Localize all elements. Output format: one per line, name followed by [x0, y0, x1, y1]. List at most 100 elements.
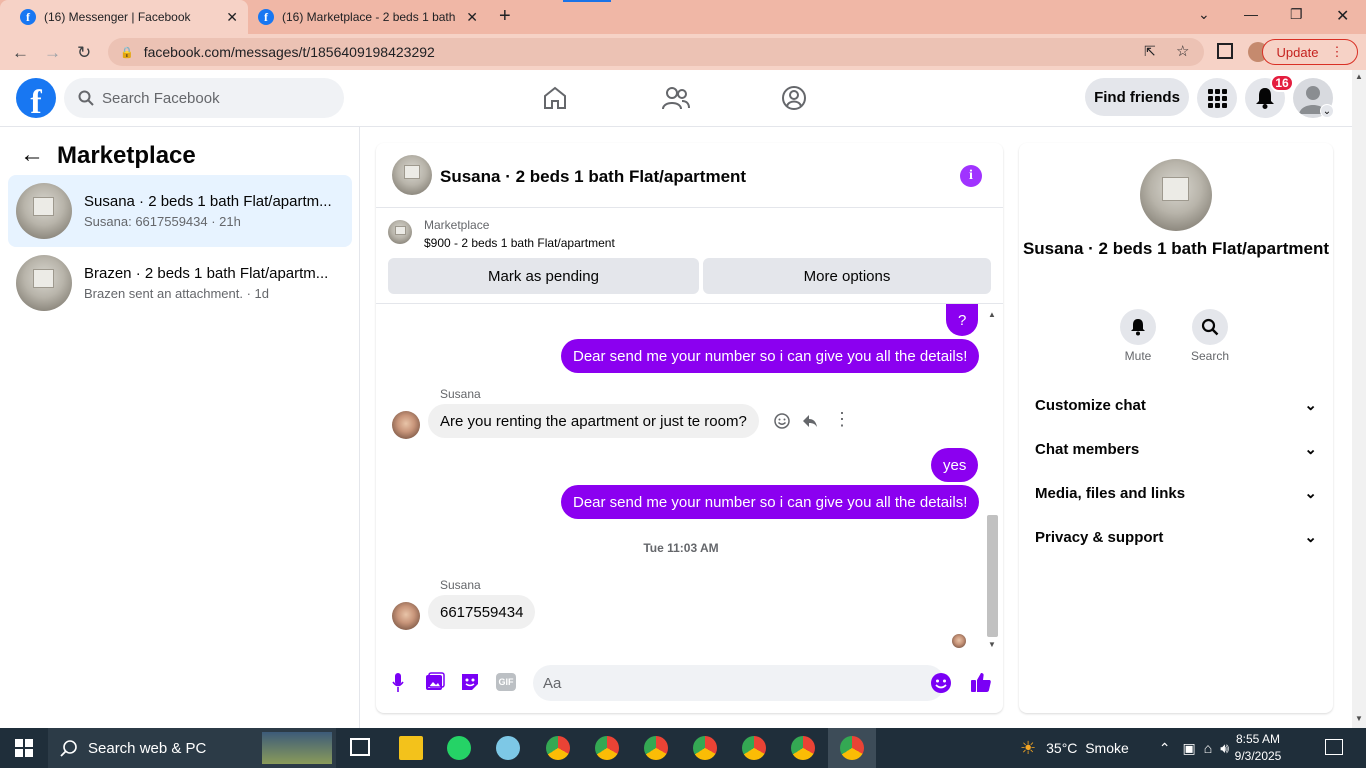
url-text: facebook.com/messages/t/1856409198423292 [143, 44, 435, 60]
chevron-down-icon: ⌄ [1304, 529, 1317, 546]
tray-chevron-icon[interactable]: ⌃ [1159, 740, 1171, 757]
scroll-up-icon[interactable]: ▲ [988, 310, 996, 319]
page-scrollbar[interactable]: ▲ ▼ [1352, 70, 1366, 728]
tab-marketplace[interactable]: f (16) Marketplace - 2 beds 1 bath ✕ [248, 0, 488, 34]
mute-label: Mute [1124, 349, 1152, 363]
scroll-down-icon[interactable]: ▼ [1355, 714, 1363, 723]
system-tray: ☀ 35°C Smoke ⌃ ▣ ⌂ 🔊︎ [1020, 728, 1229, 768]
incoming-message[interactable]: Are you renting the apartment or just te… [428, 404, 759, 438]
file-explorer-icon[interactable] [399, 736, 423, 760]
clock[interactable]: 8:55 AM 9/3/2025 [1230, 732, 1286, 763]
account-chevron-icon[interactable]: ⌄ [1320, 104, 1334, 118]
update-button[interactable]: Update ⋮ [1262, 39, 1358, 65]
gif-icon[interactable]: GIF [496, 673, 516, 691]
conversation-item-susana[interactable]: Susana · 2 beds 1 bath Flat/apartm... Su… [8, 175, 352, 247]
conversation-name: Brazen · 2 beds 1 bath Flat/apartm... [84, 265, 329, 282]
chrome-icon[interactable] [742, 736, 766, 760]
message-composer: GIF Aa [376, 663, 1003, 713]
incoming-message[interactable]: 6617559434 [428, 595, 536, 629]
message-input[interactable]: Aa [533, 665, 945, 701]
message-timestamp: Tue 11:03 AM [643, 541, 719, 555]
message-placeholder: Aa [543, 674, 562, 692]
tab-title: (16) Messenger | Facebook [44, 10, 191, 24]
tab-messenger[interactable]: f (16) Messenger | Facebook ✕ [0, 0, 248, 34]
close-window-icon[interactable]: ✕ [1336, 6, 1349, 26]
windows-start-icon[interactable] [15, 739, 33, 757]
section-media-files-links[interactable]: Media, files and links ⌄ [1035, 471, 1317, 515]
minimize-icon[interactable]: — [1244, 6, 1258, 22]
scroll-thumb[interactable] [987, 515, 998, 637]
browser-tab-strip: f (16) Messenger | Facebook ✕ f (16) Mar… [0, 0, 1366, 34]
weather-text[interactable]: 35°C Smoke [1046, 740, 1129, 756]
home-icon[interactable] [542, 85, 568, 111]
find-friends-button[interactable]: Find friends [1085, 78, 1189, 116]
notification-center-icon[interactable] [1325, 739, 1343, 755]
address-bar[interactable]: 🔒 facebook.com/messages/t/18564091984232… [108, 38, 1204, 66]
tab-search-chevron-icon[interactable]: ⌄ [1198, 6, 1210, 23]
listing-thumbnail[interactable] [388, 220, 412, 244]
chrome-icon[interactable] [693, 736, 717, 760]
new-tab-plus-icon[interactable]: + [499, 5, 511, 28]
update-label: Update [1276, 44, 1319, 60]
chrome-icon[interactable] [791, 736, 815, 760]
close-tab-icon[interactable]: ✕ [226, 9, 238, 26]
sticker-icon[interactable] [460, 672, 480, 692]
outgoing-message[interactable]: Dear send me your number so i can give y… [561, 339, 980, 373]
facebook-logo-icon[interactable]: f [16, 78, 56, 118]
chat-avatar[interactable] [392, 155, 432, 195]
react-emoji-icon[interactable] [774, 413, 790, 429]
more-actions-icon[interactable]: ⋮ [833, 409, 851, 430]
section-chat-members[interactable]: Chat members ⌄ [1035, 427, 1317, 471]
chrome-icon[interactable] [595, 736, 619, 760]
bookmark-star-icon[interactable]: ☆ [1176, 42, 1189, 60]
back-icon[interactable]: ← [12, 43, 29, 63]
mark-as-pending-button[interactable]: Mark as pending [388, 258, 699, 294]
conversation-avatar[interactable] [1140, 159, 1212, 231]
network-icon[interactable]: ⌂ [1204, 740, 1212, 756]
section-customize-chat[interactable]: Customize chat ⌄ [1035, 383, 1317, 427]
scroll-down-icon[interactable]: ▼ [988, 640, 996, 649]
listing-summary[interactable]: $900 - 2 beds 1 bath Flat/apartment [424, 236, 615, 250]
chrome-icon[interactable] [840, 736, 864, 760]
emoji-icon[interactable] [930, 672, 952, 694]
microphone-icon[interactable] [392, 673, 404, 693]
reply-icon[interactable] [802, 413, 818, 429]
share-icon[interactable]: ⇱ [1144, 43, 1156, 60]
back-arrow-icon[interactable]: ← [20, 141, 44, 169]
whatsapp-icon[interactable] [447, 736, 471, 760]
scroll-up-icon[interactable]: ▲ [1355, 72, 1363, 81]
photo-icon[interactable] [425, 672, 445, 692]
outgoing-message[interactable]: yes [931, 448, 979, 482]
app-icon[interactable] [496, 736, 520, 760]
outgoing-message[interactable]: Dear send me your number so i can give y… [561, 485, 980, 519]
meet-now-icon[interactable]: ▣ [1183, 740, 1196, 757]
side-panel-icon[interactable] [1217, 43, 1233, 59]
chat-scrollbar[interactable]: ▲ ▼ [986, 310, 999, 650]
chat-title[interactable]: Susana · 2 beds 1 bath Flat/apartment [440, 167, 746, 187]
thumbs-up-icon[interactable] [970, 671, 992, 693]
volume-icon[interactable]: 🔊︎ [1220, 740, 1229, 757]
groups-icon[interactable] [781, 85, 807, 111]
reload-icon[interactable]: ↻ [77, 43, 91, 63]
sender-avatar[interactable] [392, 602, 420, 630]
conversation-item-brazen[interactable]: Brazen · 2 beds 1 bath Flat/apartm... Br… [8, 247, 352, 319]
forward-icon[interactable]: → [44, 43, 61, 63]
sender-avatar[interactable] [392, 411, 420, 439]
chrome-icon[interactable] [546, 736, 570, 760]
menu-grid-button[interactable] [1197, 78, 1237, 118]
search-icon [78, 90, 94, 106]
outgoing-message[interactable]: ? [946, 304, 979, 336]
chrome-icon[interactable] [644, 736, 668, 760]
friends-icon[interactable] [662, 85, 690, 111]
restore-icon[interactable]: ❐ [1290, 6, 1303, 23]
search-input[interactable]: Search Facebook [64, 78, 344, 118]
mute-button[interactable] [1120, 309, 1156, 345]
close-tab-icon[interactable]: ✕ [466, 9, 478, 26]
taskbar-search-box[interactable]: Search web & PC [48, 728, 336, 768]
weather-icon[interactable]: ☀ [1020, 738, 1036, 759]
info-icon[interactable]: i [960, 165, 982, 187]
more-options-button[interactable]: More options [703, 258, 991, 294]
section-privacy-support[interactable]: Privacy & support ⌄ [1035, 515, 1317, 559]
task-view-icon[interactable] [350, 738, 370, 756]
search-conversation-button[interactable] [1192, 309, 1228, 345]
